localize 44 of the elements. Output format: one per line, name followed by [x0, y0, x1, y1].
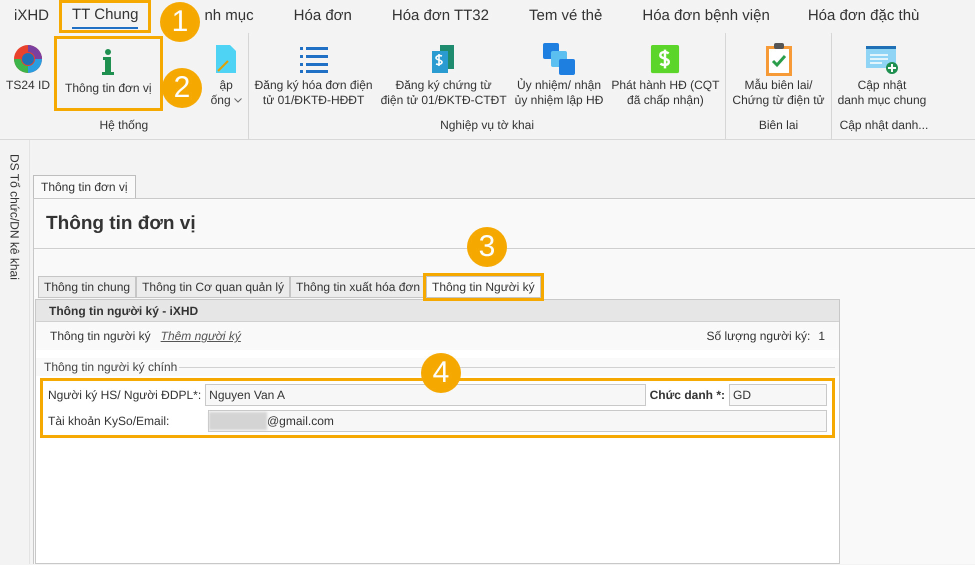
ribbon-tab[interactable]: nh mục	[201, 0, 274, 33]
tab[interactable]: Thông tin Cơ quan quản lý	[136, 276, 290, 298]
input-field[interactable]: @gmail.com	[208, 410, 827, 432]
callout-badge: 3	[467, 227, 507, 267]
ribbon-button[interactable]: Đăng ký hóa đơn điện tử 01/ĐKTĐ-HĐĐT	[250, 36, 377, 111]
group-title: Thông tin người ký chính	[44, 359, 178, 376]
count-value: 1	[818, 328, 825, 345]
document-icon	[216, 43, 236, 75]
ribbon-button[interactable]: Thông tin đơn vị	[54, 36, 163, 111]
ribbon-tab[interactable]: Hóa đơn	[274, 0, 372, 33]
field-label: Người ký HS/ Người ĐDPL*:	[48, 387, 202, 404]
section-label: Thông tin người ký	[50, 328, 151, 345]
input-field[interactable]: GD	[728, 384, 827, 406]
ribbon-button[interactable]: Ủy nhiệm/ nhận ủy nhiệm lập HĐ	[510, 36, 608, 111]
tab[interactable]: Thông tin xuất hóa đơn	[290, 276, 426, 298]
ribbon-button[interactable]: Phát hành HĐ (CQT đã chấp nhận)	[607, 36, 724, 111]
ribbon-group-label: Hệ thống	[98, 117, 150, 134]
add-signer-link[interactable]: Thêm người ký	[160, 327, 241, 345]
count-label: Số lượng người ký:	[706, 328, 810, 345]
card-add-icon	[864, 43, 900, 75]
ribbon-button[interactable]: Cập nhật danh mục chung	[834, 36, 930, 111]
tab[interactable]: Thông tin chung	[38, 276, 136, 298]
ribbon-group-label: Biên lai	[758, 117, 800, 134]
field-label: Chức danh *:	[650, 387, 725, 404]
dollar-icon	[650, 44, 680, 74]
ribbon-tab[interactable]: Hóa đơn bệnh viện	[622, 0, 790, 33]
ribbon-group-label: Nghiệp vụ tờ khai	[439, 117, 535, 134]
clipboard-check-icon	[764, 41, 794, 77]
ribbon-tab[interactable]: iXHD	[4, 0, 60, 33]
panel-header: Thông tin người ký - iXHD	[36, 300, 839, 322]
ribbon-tab[interactable]: Hóa đơn đặc thù	[790, 0, 938, 33]
ribbon-button[interactable]: TS24 ID	[2, 36, 54, 111]
ribbon-group-label: Cập nhật danh...	[838, 117, 930, 134]
field-label: Tài khoản KySo/Email:	[48, 413, 170, 430]
ring-logo-icon	[12, 43, 44, 75]
ribbon-tab[interactable]: Tem vé thẻ	[509, 0, 622, 33]
ribbon-button[interactable]: Đăng ký chứng từ điện tử 01/ĐKTĐ-CTĐT	[376, 36, 511, 111]
side-panel-tab[interactable]: DS Tổ chức/DN kê khai	[6, 154, 24, 280]
ribbon-button[interactable]: ập ống	[206, 36, 246, 111]
overlapping-squares-icon	[541, 41, 578, 77]
ribbon-button[interactable]: Mẫu biên lai/ Chứng từ điện tử	[728, 36, 829, 111]
document-tab[interactable]: Thông tin đơn vị	[33, 175, 136, 198]
input-field[interactable]: Nguyen Van A	[205, 384, 646, 406]
ribbon-tab[interactable]: Hóa đơn TT32	[372, 0, 509, 33]
